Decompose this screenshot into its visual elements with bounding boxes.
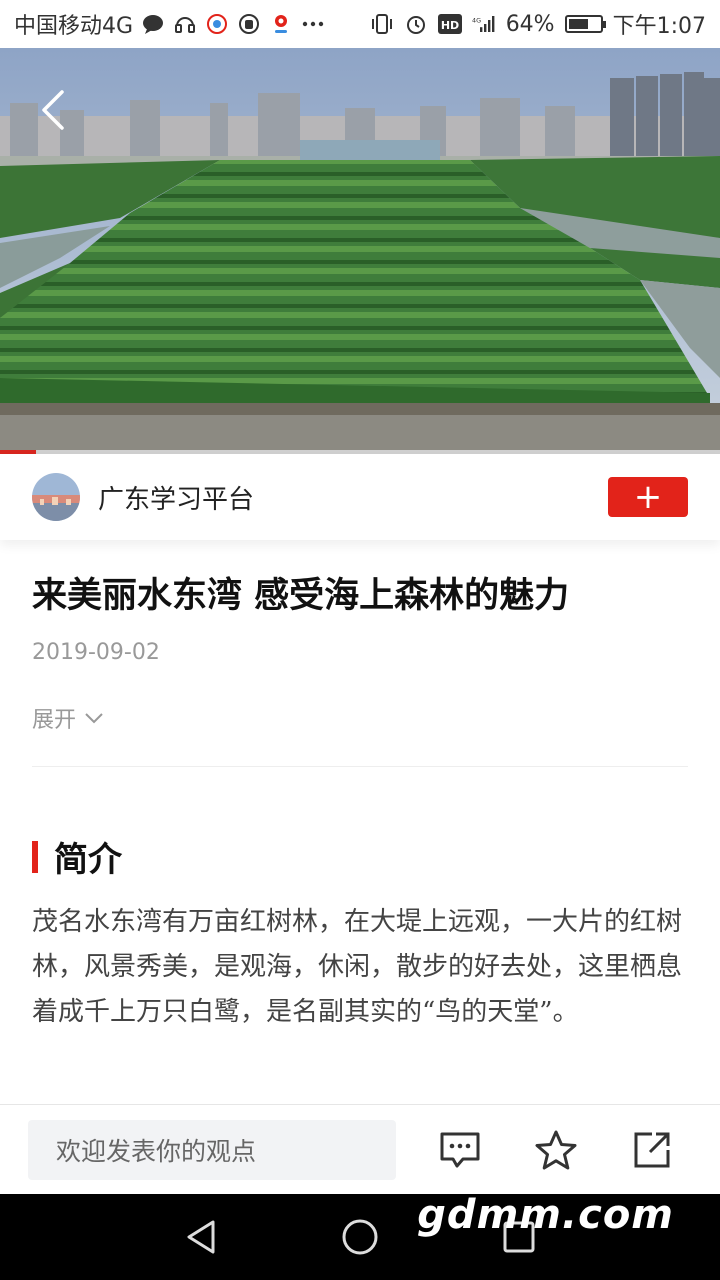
battery-icon bbox=[564, 15, 606, 33]
battery-percent: 64% bbox=[505, 11, 555, 37]
comment-input[interactable]: 欢迎发表你的观点 bbox=[28, 1119, 396, 1180]
comment-icon bbox=[440, 1132, 480, 1167]
headset-icon bbox=[173, 12, 197, 36]
app-icon bbox=[205, 12, 229, 36]
signal-icon: 4G bbox=[472, 12, 496, 36]
hd-icon: HD bbox=[437, 12, 462, 36]
comment-placeholder: 欢迎发表你的观点 bbox=[56, 1136, 257, 1166]
article-title: 来美丽水东湾 感受海上森林的魅力 bbox=[32, 575, 570, 616]
source-row: 广东学习平台 + bbox=[0, 454, 720, 540]
chevron-left-icon bbox=[42, 90, 64, 130]
expand-label: 展开 bbox=[32, 708, 77, 733]
share-button[interactable] bbox=[624, 1122, 680, 1178]
nav-back-button[interactable] bbox=[178, 1214, 224, 1260]
watermark: gdmm.com bbox=[417, 1192, 674, 1238]
more-icon bbox=[301, 12, 325, 36]
bottom-action-bar: 欢迎发表你的观点 bbox=[0, 1104, 720, 1194]
circle-home-icon bbox=[342, 1219, 378, 1255]
section-title: 简介 bbox=[54, 840, 122, 880]
avatar[interactable] bbox=[32, 473, 80, 521]
hand-icon bbox=[237, 12, 261, 36]
location-icon bbox=[269, 12, 293, 36]
mangrove-aerial-image bbox=[0, 48, 720, 450]
svg-text:4G: 4G bbox=[472, 16, 481, 24]
star-icon bbox=[535, 1130, 577, 1169]
nav-home-button[interactable] bbox=[337, 1214, 383, 1260]
video-player[interactable] bbox=[0, 48, 720, 450]
favorite-button[interactable] bbox=[528, 1122, 584, 1178]
clock: 下午1:07 bbox=[612, 14, 706, 39]
follow-button[interactable]: + bbox=[608, 477, 688, 517]
chevron-down-icon bbox=[85, 713, 103, 724]
section-marker bbox=[32, 840, 38, 873]
alarm-icon bbox=[404, 12, 428, 36]
source-name[interactable]: 广东学习平台 bbox=[98, 479, 608, 516]
svg-text:HD: HD bbox=[441, 19, 459, 32]
back-button[interactable] bbox=[30, 88, 74, 132]
article-date: 2019-09-02 bbox=[32, 640, 160, 665]
status-bar: 中国移动4G HD 4G 64% 下午1:07 bbox=[0, 0, 720, 48]
section-heading: 简介 bbox=[32, 832, 122, 881]
vibrate-icon bbox=[370, 12, 394, 36]
comment-button[interactable] bbox=[432, 1122, 488, 1178]
chat-icon bbox=[141, 12, 165, 36]
carrier-label: 中国移动4G bbox=[14, 14, 134, 39]
expand-button[interactable]: 展开 bbox=[32, 702, 104, 734]
triangle-back-icon bbox=[187, 1220, 215, 1254]
intro-text: 茂名水东湾有万亩红树林，在大堤上远观，一大片的红树林，风景秀美，是观海，休闲，散… bbox=[32, 907, 683, 1027]
plus-icon: + bbox=[633, 477, 663, 517]
divider bbox=[32, 766, 688, 767]
share-icon bbox=[634, 1132, 670, 1167]
